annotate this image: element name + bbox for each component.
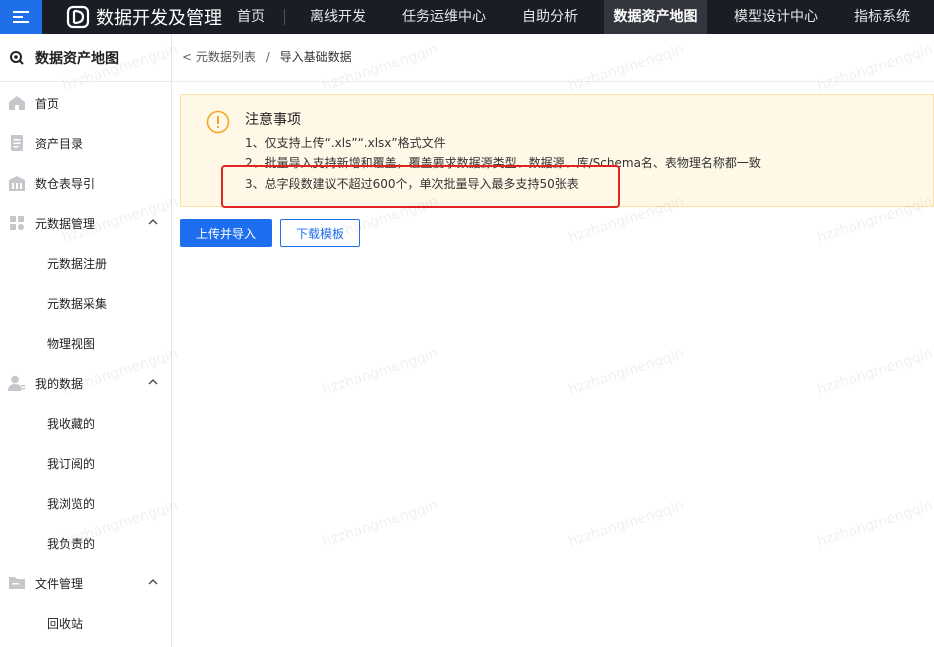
top-nav-bar: 数据开发及管理 首页 离线开发 任务运维中心 自助分析 数据资产地图 模型设计中… xyxy=(0,0,934,34)
watermark: hzzhangmengqin xyxy=(815,345,934,399)
breadcrumb: < 元数据列表 / 导入基础数据 xyxy=(182,48,352,65)
nav-data-asset-map[interactable]: 数据资产地图 xyxy=(604,0,707,34)
highlight-annotation-box xyxy=(221,165,620,208)
asset-map-icon xyxy=(10,51,24,65)
chevron-up-icon[interactable] xyxy=(147,377,159,387)
menu-toggle-button[interactable] xyxy=(0,0,42,34)
sidebar-item-label: 我的数据 xyxy=(35,377,84,391)
sidebar-item-asset-catalog[interactable]: 资产目录 xyxy=(0,123,171,163)
nav-task-ops[interactable]: 任务运维中心 xyxy=(402,0,486,34)
sidebar-item-my-favorites[interactable]: 我收藏的 xyxy=(0,403,171,443)
watermark: hzzhangmengqin xyxy=(566,497,686,551)
content-divider xyxy=(172,81,934,82)
watermark: hzzhangmengqin xyxy=(320,497,440,551)
download-template-button[interactable]: 下载模板 xyxy=(280,219,360,247)
sidebar-item-label: 元数据注册 xyxy=(47,257,108,271)
grid-icon xyxy=(10,216,24,230)
sidebar-item-label: 我负责的 xyxy=(47,537,96,551)
sidebar-item-my-browsed[interactable]: 我浏览的 xyxy=(0,483,171,523)
sidebar-item-physical-view[interactable]: 物理视图 xyxy=(0,323,171,363)
breadcrumb-current: 导入基础数据 xyxy=(279,50,352,64)
sidebar-item-home[interactable]: 首页 xyxy=(0,83,171,123)
warning-icon xyxy=(206,110,230,134)
sidebar-item-label: 我浏览的 xyxy=(47,497,96,511)
sidebar-item-my-owned[interactable]: 我负责的 xyxy=(0,523,171,563)
back-chevron-icon[interactable]: < xyxy=(182,50,192,64)
watermark: hzzhangmengqin xyxy=(566,345,686,399)
watermark: hzzhangmengqin xyxy=(320,345,440,399)
nav-metrics-system[interactable]: 指标系统 xyxy=(854,0,910,34)
sidebar-item-my-data[interactable]: 我的数据 xyxy=(0,363,171,403)
sidebar-title: 数据资产地图 xyxy=(35,51,119,67)
chevron-up-icon[interactable] xyxy=(147,577,159,587)
sidebar-item-label: 我订阅的 xyxy=(47,457,96,471)
menu-icon xyxy=(13,11,29,23)
chevron-up-icon[interactable] xyxy=(147,217,159,227)
catalog-icon xyxy=(11,135,23,151)
sidebar-item-my-subscriptions[interactable]: 我订阅的 xyxy=(0,443,171,483)
sidebar-item-label: 回收站 xyxy=(47,617,84,631)
watermark: hzzhangmengqin xyxy=(815,497,934,551)
sidebar-item-label: 我收藏的 xyxy=(47,417,96,431)
nav-offline-dev[interactable]: 离线开发 xyxy=(310,0,366,34)
sidebar-item-label: 首页 xyxy=(35,97,60,111)
sidebar-item-label: 文件管理 xyxy=(35,577,84,591)
home-icon xyxy=(9,96,25,110)
upload-import-button[interactable]: 上传并导入 xyxy=(180,219,272,247)
sidebar-item-label: 元数据管理 xyxy=(35,217,96,231)
sidebar-item-label: 数仓表导引 xyxy=(35,177,96,191)
nav-divider xyxy=(284,9,285,25)
sidebar-item-label: 资产目录 xyxy=(35,137,84,151)
sidebar-item-file-management[interactable]: 文件管理 xyxy=(0,563,171,603)
nav-self-analysis[interactable]: 自助分析 xyxy=(522,0,578,34)
breadcrumb-separator: / xyxy=(265,50,270,64)
app-logo[interactable]: 数据开发及管理 xyxy=(66,3,222,31)
sidebar-item-metadata-management[interactable]: 元数据管理 xyxy=(0,203,171,243)
warehouse-icon xyxy=(9,176,25,191)
breadcrumb-link-metadata-list[interactable]: 元数据列表 xyxy=(196,50,256,64)
watermark: hzzhangmengqin xyxy=(815,41,934,95)
nav-home[interactable]: 首页 xyxy=(237,0,265,34)
folder-icon xyxy=(9,577,25,589)
notice-line-1: 1、仅支持上传“.xls”“.xlsx”格式文件 xyxy=(245,136,446,150)
sidebar-item-warehouse-guide[interactable]: 数仓表导引 xyxy=(0,163,171,203)
sidebar-item-label: 物理视图 xyxy=(47,337,96,351)
logo-icon xyxy=(66,5,90,29)
sidebar-item-metadata-collect[interactable]: 元数据采集 xyxy=(0,283,171,323)
sidebar-item-recycle-bin[interactable]: 回收站 xyxy=(0,603,171,643)
sidebar-header: 数据资产地图 xyxy=(0,34,171,82)
sidebar-item-label: 元数据采集 xyxy=(47,297,108,311)
notice-title: 注意事项 xyxy=(245,112,301,128)
sidebar: 数据资产地图 首页 资产目录 数仓表导引 元数据管理 元数据注册 元数据采集 物… xyxy=(0,34,172,647)
watermark: hzzhangmengqin xyxy=(566,41,686,95)
user-icon xyxy=(8,375,25,391)
sidebar-item-metadata-register[interactable]: 元数据注册 xyxy=(0,243,171,283)
app-title: 数据开发及管理 xyxy=(96,8,222,29)
nav-model-design[interactable]: 模型设计中心 xyxy=(734,0,818,34)
